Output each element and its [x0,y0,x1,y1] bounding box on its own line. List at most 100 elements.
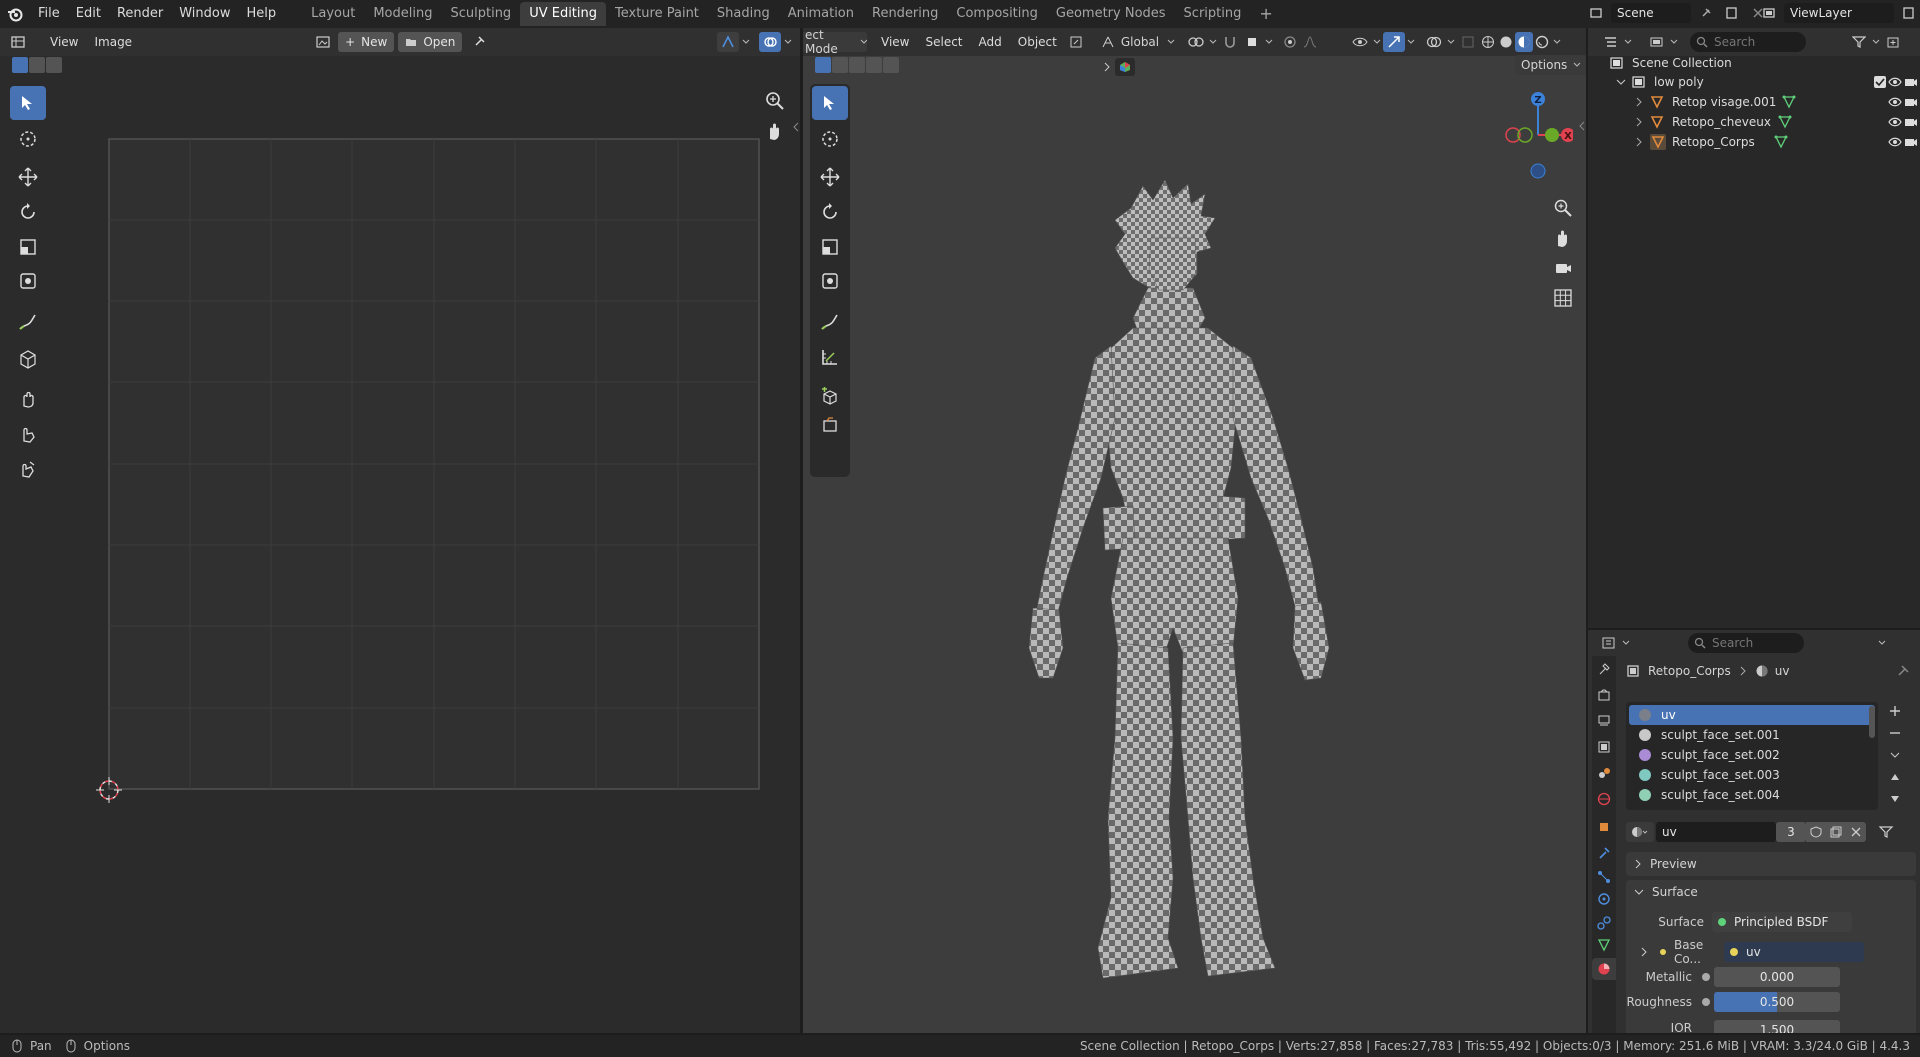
viewport-rotate-tool-icon[interactable] [812,195,848,229]
zoom-icon[interactable] [764,90,786,112]
navigation-gizmo[interactable]: Z X [1493,86,1573,196]
viewport-select-intersect-icon[interactable] [883,57,899,73]
uv-grid[interactable] [108,138,761,791]
falloff-icon[interactable] [1301,32,1319,52]
chevron-right-icon[interactable] [1634,97,1644,107]
outliner-object-row[interactable]: Retop visage.001 [1588,92,1920,112]
viewport-menu-view[interactable]: View [873,28,917,56]
properties-search-input[interactable] [1712,636,1796,650]
mesh-data-icon[interactable] [1782,95,1796,109]
menu-file[interactable]: File [30,0,68,28]
viewport-zoom-icon[interactable] [1553,198,1573,218]
eye-icon[interactable] [1888,96,1902,108]
tab-animation[interactable]: Animation [779,2,863,26]
select-new-icon[interactable] [12,57,28,73]
camera-add-tool-icon[interactable] [812,408,848,442]
properties-options-dropdown-icon[interactable] [1876,633,1888,653]
chevron-right-icon[interactable] [1634,117,1644,127]
scene-icon[interactable] [1585,3,1607,23]
shading-wireframe-icon[interactable] [1479,32,1497,52]
options-dropdown[interactable]: Options [1515,55,1586,75]
pinch-tool-icon[interactable] [10,452,46,486]
camera-icon[interactable] [1904,76,1918,88]
camera-icon[interactable] [1904,96,1918,108]
pivot-dropdown-icon[interactable] [1207,32,1219,52]
view-layer-icon[interactable] [1758,3,1780,23]
pin-image-icon[interactable] [468,32,490,52]
scale-tool-icon[interactable] [10,230,46,264]
tab-constraints-icon[interactable] [1597,916,1611,930]
viewport-menu-object[interactable]: Object [1010,28,1065,56]
outliner-editor-dropdown-icon[interactable] [1622,32,1634,52]
material-link-icon[interactable] [1876,822,1898,842]
overlay-dropdown-icon[interactable] [781,32,795,52]
gizmo-dropdown-icon[interactable] [1405,32,1417,52]
pin-icon[interactable] [1695,3,1717,23]
tab-layout[interactable]: Layout [302,2,364,26]
viewport-select-subtract-icon[interactable] [849,57,865,73]
collection-checkbox[interactable] [1874,76,1886,88]
viewport-sidebar-toggle-icon[interactable] [1578,120,1586,132]
preview-section-header[interactable]: Preview [1626,852,1916,876]
outliner-search-input[interactable] [1714,35,1798,49]
transform-tool-icon[interactable] [10,264,46,298]
outliner-search-field[interactable] [1690,32,1806,52]
properties-search-field[interactable] [1688,633,1804,653]
cursor-2d-icon[interactable] [96,777,122,803]
ortho-grid-icon[interactable] [1553,288,1573,308]
chevron-right-icon[interactable] [1640,947,1648,957]
viewport-cursor-tool-icon[interactable] [812,122,848,156]
visibility-dropdown-icon[interactable] [1371,32,1383,52]
rip-tool-icon[interactable] [10,342,46,376]
viewport-select-new-icon[interactable] [815,57,831,73]
viewport-menu-add[interactable]: Add [971,28,1010,56]
viewport-overlay-dropdown-icon[interactable] [1445,32,1457,52]
image-browse-icon[interactable] [312,32,334,52]
material-slot-sculpt-face-set-004[interactable]: sculpt_face_set.004 [1629,785,1875,805]
viewport-select-tool-icon[interactable] [812,86,848,120]
rotate-tool-icon[interactable] [10,195,46,229]
camera-icon[interactable] [1904,136,1918,148]
tab-shading[interactable]: Shading [708,2,779,26]
shading-solid-icon[interactable] [1497,32,1515,52]
material-slot-sculpt-face-set-001[interactable]: sculpt_face_set.001 [1629,725,1875,745]
tab-modifier-icon[interactable] [1597,846,1611,860]
tab-scripting[interactable]: Scripting [1175,2,1251,26]
tab-physics-icon[interactable] [1597,892,1611,906]
material-slot-sculpt-face-set-003[interactable]: sculpt_face_set.003 [1629,765,1875,785]
view-layer-selector[interactable]: ViewLayer [1784,3,1894,23]
chevron-down-icon[interactable] [1616,77,1626,87]
overlay-icon[interactable] [759,32,782,52]
outliner-collection-low-poly[interactable]: low poly [1588,72,1920,92]
pan-hand-icon[interactable] [764,120,786,142]
new-image-button[interactable]: + New [338,32,395,52]
material-browse-icon[interactable] [1626,822,1654,842]
viewport-select-extend-icon[interactable] [832,57,848,73]
pivot-icon[interactable] [1185,32,1207,52]
new-view-layer-icon[interactable] [1898,3,1920,23]
menu-render[interactable]: Render [109,0,171,28]
camera-view-icon[interactable] [1553,258,1573,278]
material-users-count[interactable]: 3 [1776,822,1806,842]
chevron-down-icon[interactable] [739,32,753,52]
outliner-scene-collection[interactable]: Scene Collection [1588,53,1920,73]
display-mode-dropdown-icon[interactable] [1668,32,1680,52]
gizmo-mini-icon[interactable] [1115,58,1135,76]
tab-material-icon[interactable] [1592,958,1616,980]
autokey-icon[interactable] [1065,32,1087,52]
tab-sculpting[interactable]: Sculpting [441,2,520,26]
tab-scene-icon[interactable] [1597,766,1611,780]
collapsed-header-region[interactable] [1103,58,1135,76]
proportional-edit-icon[interactable] [1279,32,1301,52]
tab-particles-icon[interactable] [1597,870,1611,884]
properties-editor-dropdown-icon[interactable] [1620,633,1632,653]
material-specials-icon[interactable] [1885,746,1905,764]
new-scene-icon[interactable] [1721,3,1743,23]
scene-selector[interactable]: Scene [1611,3,1691,23]
viewport-move-tool-icon[interactable] [812,160,848,194]
roughness-slider[interactable]: 0.500 [1714,992,1840,1012]
relax-tool-icon[interactable] [10,417,46,451]
transform-orientation-dropdown[interactable]: Global [1101,35,1175,49]
tab-object-icon[interactable] [1597,820,1611,834]
tab-output-icon[interactable] [1597,714,1611,728]
